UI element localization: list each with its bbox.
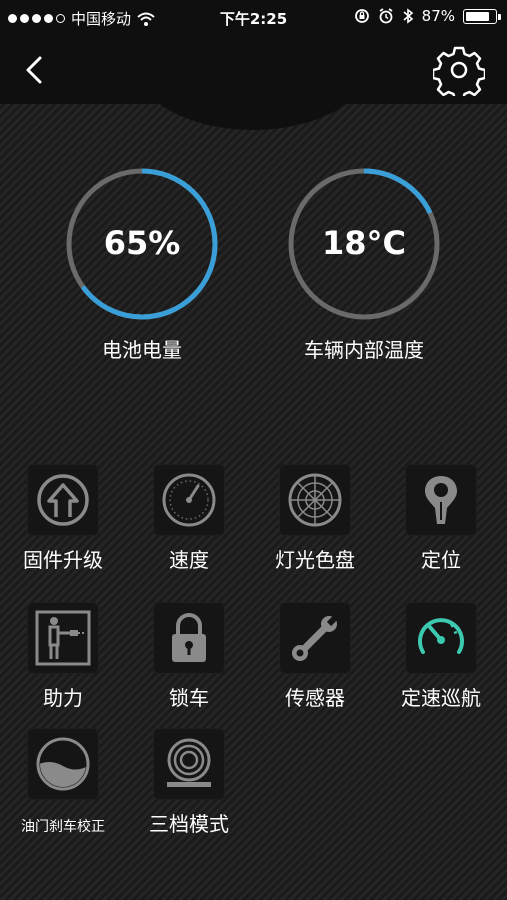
feature-assist[interactable]: 助力 [3, 602, 123, 712]
assist-person-icon [35, 610, 91, 666]
feature-label: 传感器 [285, 686, 345, 710]
speedometer-icon [162, 473, 216, 527]
gear-icon [431, 46, 487, 102]
feature-tile[interactable] [27, 602, 99, 674]
feature-tile[interactable] [153, 602, 225, 674]
feature-sensor[interactable]: 传感器 [255, 602, 375, 712]
feature-label: 锁车 [169, 686, 209, 710]
feature-light-color-wheel[interactable]: 灯光色盘 [255, 464, 375, 574]
feature-tile[interactable] [279, 464, 351, 536]
gear-mode-icon [167, 738, 211, 787]
cruise-gauge-icon [418, 618, 464, 654]
feature-throttle-brake-calibration[interactable]: 油门刹车校正 [3, 728, 123, 838]
bluetooth-icon [403, 8, 413, 24]
feature-tile[interactable] [405, 464, 477, 536]
feature-firmware-upgrade[interactable]: 固件升级 [3, 464, 123, 574]
calibration-circle-icon [36, 737, 90, 791]
settings-button[interactable] [431, 44, 487, 102]
feature-label: 固件升级 [23, 548, 103, 572]
feature-tile[interactable] [27, 464, 99, 536]
battery-gauge-label: 电池电量 [102, 338, 182, 362]
feature-cruise-control[interactable]: 定速巡航 [381, 602, 501, 712]
feature-label: 速度 [169, 548, 209, 572]
status-right: 87% [354, 7, 501, 25]
feature-label: 定速巡航 [401, 686, 481, 710]
feature-lock-vehicle[interactable]: 锁车 [129, 602, 249, 712]
header-dome-decoration [133, 60, 373, 130]
battery-icon [463, 8, 501, 24]
status-bar: 中国移动 下午2:25 87% [0, 0, 507, 36]
feature-tile[interactable] [153, 464, 225, 536]
feature-location[interactable]: 定位 [381, 464, 501, 574]
alarm-icon [379, 8, 393, 24]
battery-gauge: 65% [64, 166, 220, 322]
feature-label: 定位 [421, 548, 461, 572]
battery-percent: 87% [421, 7, 455, 25]
color-wheel-icon [288, 473, 342, 527]
location-pin-icon [425, 476, 457, 524]
feature-speed[interactable]: 速度 [129, 464, 249, 574]
feature-label: 三档模式 [149, 812, 229, 836]
upgrade-arrow-icon [37, 474, 89, 526]
feature-tile[interactable] [153, 728, 225, 800]
battery-gauge-value: 65% [103, 224, 181, 262]
feature-tile[interactable] [405, 602, 477, 674]
temperature-gauge-label: 车辆内部温度 [304, 338, 424, 362]
wrench-icon [292, 613, 340, 661]
feature-tile[interactable] [27, 728, 99, 800]
feature-label: 灯光色盘 [275, 548, 355, 572]
feature-label: 助力 [43, 686, 83, 710]
rotation-lock-icon [354, 9, 369, 23]
temperature-gauge-value: 18°C [321, 224, 406, 262]
feature-three-gear-mode[interactable]: 三档模式 [129, 728, 249, 838]
temperature-gauge: 18°C [286, 166, 442, 322]
feature-tile[interactable] [279, 602, 351, 674]
feature-label: 油门刹车校正 [21, 819, 105, 835]
lock-icon [172, 613, 206, 662]
